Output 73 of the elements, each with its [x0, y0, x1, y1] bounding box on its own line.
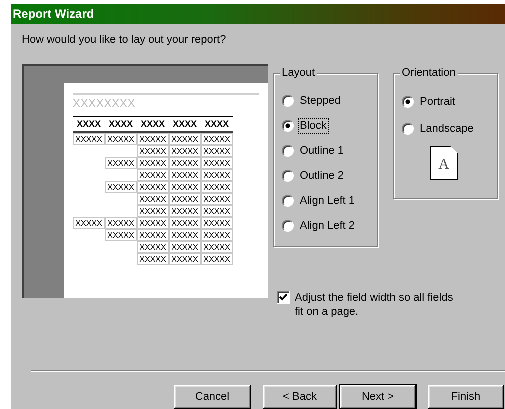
preview-cell: XXXXX: [105, 181, 137, 193]
page-letter: A: [438, 156, 450, 174]
radio-indicator[interactable]: [282, 94, 294, 106]
radio-indicator[interactable]: [282, 120, 294, 132]
preview-title: XXXXXXXX: [73, 98, 137, 112]
preview-cell: XXXXX: [201, 241, 233, 253]
preview-header-cell: XXXX: [169, 116, 201, 133]
prompt-text: How would you like to lay out your report?: [22, 34, 228, 47]
preview-cell: XXXXX: [105, 229, 137, 241]
group-label: Layout: [280, 67, 318, 79]
preview-cell: XXXXX: [169, 145, 201, 157]
preview-cell: XXXXX: [169, 229, 201, 241]
preview-cell: XXXXX: [169, 205, 201, 217]
radio-option[interactable]: Portrait: [402, 88, 497, 115]
preview-header-cell: XXXX: [73, 116, 105, 133]
preview-cell: XXXXX: [201, 133, 233, 145]
preview-cell: XXXXX: [201, 205, 233, 217]
preview-cell: XXXXX: [137, 217, 169, 229]
radio-option[interactable]: Align Left 1: [282, 188, 377, 213]
preview-cell: XXXXX: [201, 145, 233, 157]
group-label: Orientation: [400, 67, 458, 79]
preview-cell: XXXXX: [137, 181, 169, 193]
preview-cell: XXXXX: [201, 253, 233, 265]
preview-cell: XXXXX: [169, 241, 201, 253]
radio-option[interactable]: Outline 2: [282, 163, 377, 188]
preview-cell: XXXXX: [73, 217, 105, 229]
preview-header-cell: XXXX: [201, 116, 233, 133]
radio-option[interactable]: Align Left 2: [282, 213, 377, 238]
preview-cell: XXXXX: [137, 229, 169, 241]
radio-indicator[interactable]: [282, 144, 294, 156]
preview-cell: XXXXX: [201, 181, 233, 193]
preview-cell: XXXXX: [137, 145, 169, 157]
checkbox-option[interactable]: Adjust the field width so all fields fit on a page.: [277, 291, 457, 319]
wizard-button[interactable]: Finish: [428, 385, 504, 409]
radio-option[interactable]: Block: [282, 113, 377, 138]
radio-option[interactable]: Outline 1: [282, 138, 377, 163]
preview-cell: XXXXX: [137, 157, 169, 169]
preview-cell: XXXXX: [137, 241, 169, 253]
preview-cell: XXXXX: [137, 169, 169, 181]
wizard-button[interactable]: Cancel: [174, 385, 251, 409]
preview-cell: XXXXX: [201, 193, 233, 205]
preview-cell: XXXXX: [105, 157, 137, 169]
radio-option[interactable]: Landscape: [402, 115, 497, 142]
preview-cell: XXXXX: [73, 133, 105, 145]
preview-cell: XXXXX: [169, 133, 201, 145]
preview-cell: XXXXX: [137, 193, 169, 205]
preview-cell: XXXXX: [105, 217, 137, 229]
radio-indicator[interactable]: [402, 122, 414, 134]
preview-cell: XXXXX: [137, 253, 169, 265]
wizard-button[interactable]: < Back: [263, 385, 337, 409]
preview-cell: XXXXX: [201, 217, 233, 229]
preview-cell: XXXXX: [201, 229, 233, 241]
preview-cell: XXXXX: [201, 157, 233, 169]
radio-option[interactable]: Stepped: [282, 88, 377, 113]
wizard-button[interactable]: Next >: [340, 385, 416, 409]
preview-cell: XXXXX: [137, 133, 169, 145]
preview-cell: XXXXX: [137, 205, 169, 217]
radio-indicator[interactable]: [282, 220, 294, 232]
window-title: Report Wizard: [13, 7, 94, 21]
radio-indicator[interactable]: [402, 96, 414, 108]
radio-indicator[interactable]: [282, 194, 294, 206]
preview-cell: XXXXX: [169, 193, 201, 205]
preview-header-cell: XXXX: [137, 116, 169, 133]
preview-cell: XXXXX: [169, 169, 201, 181]
checkbox[interactable]: [277, 291, 290, 304]
radio-indicator[interactable]: [282, 170, 294, 182]
preview-cell: XXXXX: [169, 157, 201, 169]
preview-cell: XXXXX: [169, 217, 201, 229]
preview-cell: XXXXX: [201, 169, 233, 181]
preview-header-cell: XXXX: [105, 116, 137, 133]
preview-cell: XXXXX: [105, 133, 137, 145]
preview-cell: XXXXX: [169, 253, 201, 265]
preview-cell: XXXXX: [169, 181, 201, 193]
